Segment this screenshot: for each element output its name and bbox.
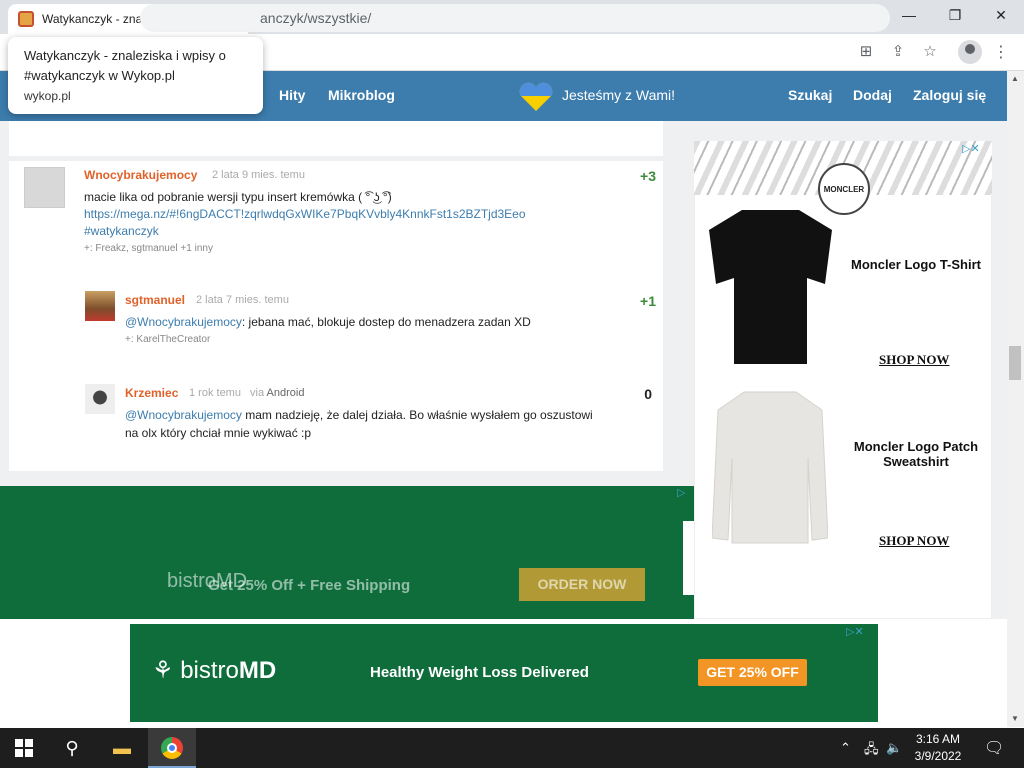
minimize-icon[interactable]: — <box>886 0 932 30</box>
chrome-icon[interactable] <box>161 737 183 759</box>
via-label: via <box>250 387 265 399</box>
tab-hover-tooltip: Watykanczyk - znaleziska i wpisy o #waty… <box>8 37 263 114</box>
vote-count[interactable]: +1 <box>616 293 656 309</box>
shop-now-link[interactable]: SHOP NOW <box>879 533 949 549</box>
post-author[interactable]: Wnocybrakujemocy <box>84 168 197 182</box>
search-icon[interactable]: ⚲ <box>60 736 84 760</box>
black-tshirt-image[interactable] <box>707 208 834 366</box>
ukraine-support-text: Jesteśmy z Wami! <box>562 87 676 103</box>
avatar[interactable] <box>24 167 65 208</box>
avatar[interactable] <box>85 291 115 321</box>
post-tag[interactable]: #watykanczyk <box>84 223 159 240</box>
clock-date: 3/9/2022 <box>914 749 962 763</box>
taskbar-clock[interactable]: 3:16 AM 3/9/2022 <box>907 731 969 765</box>
comment-plus-list[interactable]: +: KarelTheCreator <box>125 334 210 345</box>
ad-offer-text: Get 25% Off + Free Shipping <box>208 577 411 594</box>
nav-login-link[interactable]: Zaloguj się <box>913 87 986 103</box>
shop-now-link[interactable]: SHOP NOW <box>879 352 949 368</box>
nav-microblog-link[interactable]: Mikroblog <box>328 87 395 103</box>
tooltip-title: Watykanczyk - znaleziska i wpisy o #waty… <box>24 48 226 83</box>
comment-time[interactable]: 1 rok temu <box>189 387 241 399</box>
ad-headline: Healthy Weight Loss Delivered <box>370 664 589 681</box>
tray-chevron-icon[interactable]: ⌃ <box>840 740 851 756</box>
product-name[interactable]: Moncler Logo Patch Sweatshirt <box>843 439 989 469</box>
address-bar[interactable]: anczyk/wszystkie/ <box>140 4 890 32</box>
adchoices-icon[interactable]: ▷✕ <box>846 625 864 638</box>
comment-author[interactable]: Krzemiec <box>125 386 178 400</box>
share-icon[interactable]: ⇪ <box>888 42 908 62</box>
scroll-down-arrow-icon[interactable]: ▼ <box>1011 714 1019 723</box>
adchoices-icon[interactable]: ▷✕ <box>962 142 980 155</box>
white-sweatshirt-image[interactable] <box>712 388 828 548</box>
avatar[interactable] <box>85 384 115 414</box>
previous-card <box>9 121 663 156</box>
profile-avatar-icon[interactable] <box>958 40 982 64</box>
product-name[interactable]: Moncler Logo T-Shirt <box>850 257 982 272</box>
notifications-icon[interactable]: 🗨 <box>984 738 1004 758</box>
comment-text: : jebana mać, blokuje dostep do menadzer… <box>241 315 531 329</box>
post-time[interactable]: 2 lata 9 mies. temu <box>212 169 305 181</box>
clock-time: 3:16 AM <box>915 732 961 746</box>
via-source[interactable]: Android <box>267 387 305 399</box>
bistromd-logo: ⚘ bistroMD <box>152 657 277 684</box>
comment-time[interactable]: 2 lata 7 mies. temu <box>196 294 289 306</box>
mention-link[interactable]: @Wnocybrakujemocy <box>125 408 242 422</box>
vote-count[interactable]: +3 <box>616 168 656 184</box>
mention-link[interactable]: @Wnocybrakujemocy <box>125 315 242 329</box>
comment-text-line2: na olx który chciał mnie wykiwać :p <box>125 426 312 440</box>
ad-edge <box>683 521 694 595</box>
adchoices-icon[interactable]: ▷ <box>677 486 685 499</box>
menu-kebab-icon[interactable]: ⋮ <box>993 42 1009 62</box>
volume-icon[interactable]: 🔈 <box>886 740 902 756</box>
fork-sun-icon: ⚘ <box>152 657 181 684</box>
close-window-icon[interactable]: ✕ <box>978 0 1024 30</box>
network-icon[interactable]: 🖧 <box>864 740 879 762</box>
scrollbar-thumb[interactable] <box>1009 346 1021 380</box>
ukraine-heart-icon <box>519 82 553 111</box>
nav-add-link[interactable]: Dodaj <box>853 87 892 103</box>
tooltip-domain: wykop.pl <box>24 89 71 103</box>
file-explorer-icon[interactable]: ▬ <box>110 736 134 760</box>
windows-start-icon[interactable] <box>15 739 33 757</box>
get-offer-button[interactable]: GET 25% OFF <box>698 659 807 686</box>
page-scrollbar[interactable] <box>1007 71 1024 727</box>
nav-search-link[interactable]: Szukaj <box>788 87 832 103</box>
post-plus-list[interactable]: +: Freakz, sgtmanuel +1 inny <box>84 243 213 254</box>
restore-icon[interactable]: ❐ <box>932 0 978 30</box>
post-text: macie lika od pobranie wersji typu inser… <box>84 190 392 204</box>
bookmark-star-icon[interactable]: ☆ <box>920 42 940 62</box>
order-now-button[interactable]: ORDER NOW <box>519 568 645 601</box>
vote-count[interactable]: 0 <box>612 386 652 402</box>
nav-hits-link[interactable]: Hity <box>279 87 305 103</box>
wykop-favicon-icon <box>18 11 34 27</box>
translate-icon[interactable]: ⊞ <box>856 42 876 62</box>
comment-author[interactable]: sgtmanuel <box>125 293 185 307</box>
comment-text: mam nadzieję, że dalej działa. Bo właśni… <box>241 408 593 422</box>
scroll-up-arrow-icon[interactable]: ▲ <box>1011 74 1019 83</box>
post-link[interactable]: https://mega.nz/#!6ngDACCT!zqrlwdqGxWIKe… <box>84 206 526 223</box>
